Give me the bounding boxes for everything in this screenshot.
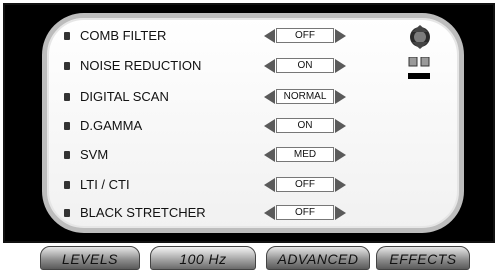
left-arrow-icon[interactable] bbox=[264, 148, 275, 162]
setting-value: OFF bbox=[276, 28, 334, 43]
left-arrow-icon[interactable] bbox=[264, 119, 275, 133]
bullet-icon bbox=[64, 62, 70, 70]
left-arrow-icon[interactable] bbox=[264, 59, 275, 73]
value-selector[interactable]: NORMAL bbox=[264, 87, 346, 107]
value-selector[interactable]: OFF bbox=[264, 203, 346, 223]
setting-label: BLACK STRETCHER bbox=[80, 205, 206, 220]
setting-value: OFF bbox=[276, 177, 334, 192]
bullet-icon bbox=[64, 209, 70, 217]
left-arrow-icon[interactable] bbox=[264, 178, 275, 192]
value-selector[interactable]: MED bbox=[264, 145, 346, 165]
value-selector[interactable]: ON bbox=[264, 116, 346, 136]
tv-remote-icon bbox=[410, 25, 430, 49]
tab-label: 100 Hz bbox=[179, 251, 227, 267]
bottom-tab-bar: LEVELS 100 Hz ADVANCED EFFECTS bbox=[40, 246, 470, 270]
left-arrow-icon[interactable] bbox=[264, 206, 275, 220]
bullet-icon bbox=[64, 32, 70, 40]
setting-label: NOISE REDUCTION bbox=[80, 58, 202, 73]
bullet-icon bbox=[64, 122, 70, 130]
right-arrow-icon[interactable] bbox=[335, 29, 346, 43]
setting-label: COMB FILTER bbox=[80, 28, 167, 43]
tab-levels[interactable]: LEVELS bbox=[40, 246, 140, 270]
setting-value: OFF bbox=[276, 205, 334, 220]
right-arrow-icon[interactable] bbox=[335, 206, 346, 220]
value-selector[interactable]: ON bbox=[264, 56, 346, 76]
tab-advanced[interactable]: ADVANCED bbox=[266, 246, 370, 270]
bullet-icon bbox=[64, 151, 70, 159]
bullet-icon bbox=[64, 181, 70, 189]
right-arrow-icon[interactable] bbox=[335, 90, 346, 104]
left-arrow-icon[interactable] bbox=[264, 90, 275, 104]
tab-label: LEVELS bbox=[62, 251, 118, 267]
value-selector[interactable]: OFF bbox=[264, 175, 346, 195]
input-source-icon bbox=[408, 56, 430, 79]
setting-label: D.GAMMA bbox=[80, 118, 143, 133]
bullet-icon bbox=[64, 93, 70, 101]
remote-icon-group bbox=[408, 22, 432, 52]
tab-100hz[interactable]: 100 Hz bbox=[150, 246, 256, 270]
setting-label: SVM bbox=[80, 147, 109, 162]
tab-label: ADVANCED bbox=[277, 251, 359, 267]
tab-label: EFFECTS bbox=[389, 251, 457, 267]
right-arrow-icon[interactable] bbox=[335, 59, 346, 73]
value-selector[interactable]: OFF bbox=[264, 26, 346, 46]
right-arrow-icon[interactable] bbox=[335, 148, 346, 162]
setting-value: NORMAL bbox=[276, 89, 334, 104]
input-icon-group bbox=[406, 56, 432, 81]
right-arrow-icon[interactable] bbox=[335, 119, 346, 133]
setting-value: ON bbox=[276, 58, 334, 73]
left-arrow-icon[interactable] bbox=[264, 29, 275, 43]
setting-value: ON bbox=[276, 118, 334, 133]
setting-label: LTI / CTI bbox=[80, 177, 130, 192]
right-arrow-icon[interactable] bbox=[335, 178, 346, 192]
tab-effects[interactable]: EFFECTS bbox=[376, 246, 470, 270]
setting-label: DIGITAL SCAN bbox=[80, 89, 169, 104]
setting-value: MED bbox=[276, 147, 334, 162]
